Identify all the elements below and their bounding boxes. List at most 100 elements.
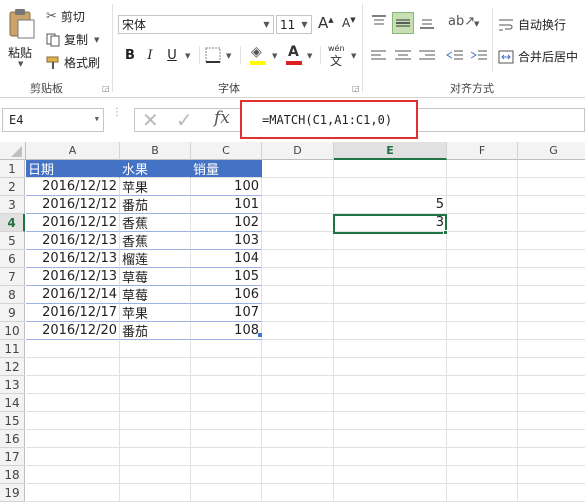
decrease-font-size-icon[interactable]: A▼: [342, 16, 356, 30]
orientation-icon[interactable]: ab↗: [448, 14, 475, 29]
chevron-down-icon[interactable]: ▼: [307, 52, 312, 60]
cell-f2[interactable]: [447, 178, 518, 196]
column-header-f[interactable]: F: [447, 142, 518, 160]
cell-f16[interactable]: [447, 430, 518, 448]
table-cell[interactable]: 105: [191, 268, 262, 286]
table-cell[interactable]: 苹果: [120, 178, 191, 196]
cell-e16[interactable]: [334, 430, 447, 448]
dialog-launcher-icon[interactable]: ◲: [102, 84, 110, 93]
borders-icon[interactable]: [205, 47, 221, 63]
cell-g3[interactable]: [518, 196, 585, 214]
bold-button[interactable]: B: [120, 45, 140, 65]
cell-d11[interactable]: [262, 340, 334, 358]
cell-e15[interactable]: [334, 412, 447, 430]
cell-d2[interactable]: [262, 178, 334, 196]
table-cell[interactable]: 香蕉: [120, 232, 191, 250]
cell-g6[interactable]: [518, 250, 585, 268]
chevron-down-icon[interactable]: ▼: [272, 52, 277, 60]
cell-d7[interactable]: [262, 268, 334, 286]
align-bottom-icon[interactable]: [418, 14, 436, 30]
cell-d15[interactable]: [262, 412, 334, 430]
cell-f14[interactable]: [447, 394, 518, 412]
row-header-2[interactable]: 2: [0, 178, 25, 196]
cell-a19[interactable]: [26, 484, 120, 502]
cell-e2[interactable]: [334, 178, 447, 196]
cell-g2[interactable]: [518, 178, 585, 196]
align-top-icon[interactable]: [370, 14, 388, 30]
cell-e3[interactable]: 5: [334, 196, 447, 214]
table-cell[interactable]: 2016/12/12: [26, 178, 120, 196]
cell-b19[interactable]: [120, 484, 191, 502]
cell-e12[interactable]: [334, 358, 447, 376]
cell-d18[interactable]: [262, 466, 334, 484]
table-cell[interactable]: 香蕉: [120, 214, 191, 232]
chevron-down-icon[interactable]: ▼: [351, 52, 356, 60]
cell-a11[interactable]: [26, 340, 120, 358]
increase-font-size-icon[interactable]: A▲: [318, 14, 334, 32]
table-header-cell[interactable]: 日期: [26, 160, 120, 178]
cell-f6[interactable]: [447, 250, 518, 268]
cell-c18[interactable]: [191, 466, 262, 484]
table-header-cell[interactable]: 水果: [120, 160, 191, 178]
cell-g13[interactable]: [518, 376, 585, 394]
cell-c11[interactable]: [191, 340, 262, 358]
copy-button[interactable]: 复制 ▼: [46, 31, 99, 48]
paste-button[interactable]: 粘贴 ▼: [4, 6, 38, 68]
cell-e11[interactable]: [334, 340, 447, 358]
cell-c12[interactable]: [191, 358, 262, 376]
cancel-icon[interactable]: ✕: [142, 108, 159, 132]
cell-f13[interactable]: [447, 376, 518, 394]
row-header-19[interactable]: 19: [0, 484, 25, 502]
table-cell[interactable]: 榴莲: [120, 250, 191, 268]
cell-e1[interactable]: [334, 160, 447, 178]
cell-b12[interactable]: [120, 358, 191, 376]
cell-c17[interactable]: [191, 448, 262, 466]
cell-g12[interactable]: [518, 358, 585, 376]
cell-g18[interactable]: [518, 466, 585, 484]
cell-b13[interactable]: [120, 376, 191, 394]
table-cell[interactable]: 108: [191, 322, 262, 340]
table-cell[interactable]: 番茄: [120, 322, 191, 340]
cell-d17[interactable]: [262, 448, 334, 466]
cell-d13[interactable]: [262, 376, 334, 394]
cell-a13[interactable]: [26, 376, 120, 394]
dialog-launcher-icon[interactable]: ◲: [352, 84, 360, 93]
align-center-icon[interactable]: [394, 49, 412, 63]
table-cell[interactable]: 102: [191, 214, 262, 232]
table-cell[interactable]: 104: [191, 250, 262, 268]
align-middle-button[interactable]: [392, 12, 414, 34]
splitter-dots-icon[interactable]: ⋮: [112, 108, 122, 118]
cell-e10[interactable]: [334, 322, 447, 340]
table-cell[interactable]: 2016/12/14: [26, 286, 120, 304]
fill-handle[interactable]: [443, 230, 448, 235]
cut-button[interactable]: ✂ 剪切: [46, 8, 85, 25]
font-name-select[interactable]: 宋体 ▼: [118, 15, 274, 34]
cell-b15[interactable]: [120, 412, 191, 430]
cell-g16[interactable]: [518, 430, 585, 448]
cell-e6[interactable]: [334, 250, 447, 268]
cell-a12[interactable]: [26, 358, 120, 376]
cell-a16[interactable]: [26, 430, 120, 448]
format-painter-button[interactable]: 格式刷: [46, 54, 100, 71]
table-cell[interactable]: 2016/12/12: [26, 196, 120, 214]
row-header-15[interactable]: 15: [0, 412, 25, 430]
table-header-cell[interactable]: 销量: [191, 160, 262, 178]
chevron-down-icon[interactable]: ▼: [226, 52, 231, 60]
cell-f19[interactable]: [447, 484, 518, 502]
row-header-10[interactable]: 10: [0, 322, 25, 340]
cell-f3[interactable]: [447, 196, 518, 214]
table-cell[interactable]: 番茄: [120, 196, 191, 214]
cell-d14[interactable]: [262, 394, 334, 412]
cell-g15[interactable]: [518, 412, 585, 430]
table-cell[interactable]: 100: [191, 178, 262, 196]
cell-c13[interactable]: [191, 376, 262, 394]
cell-f1[interactable]: [447, 160, 518, 178]
font-color-button[interactable]: A: [284, 44, 304, 66]
name-box[interactable]: E4 ▼: [2, 108, 104, 132]
cell-a18[interactable]: [26, 466, 120, 484]
cell-e18[interactable]: [334, 466, 447, 484]
align-left-icon[interactable]: [370, 49, 388, 63]
table-cell[interactable]: 2016/12/20: [26, 322, 120, 340]
table-cell[interactable]: 2016/12/17: [26, 304, 120, 322]
table-cell[interactable]: 2016/12/13: [26, 232, 120, 250]
